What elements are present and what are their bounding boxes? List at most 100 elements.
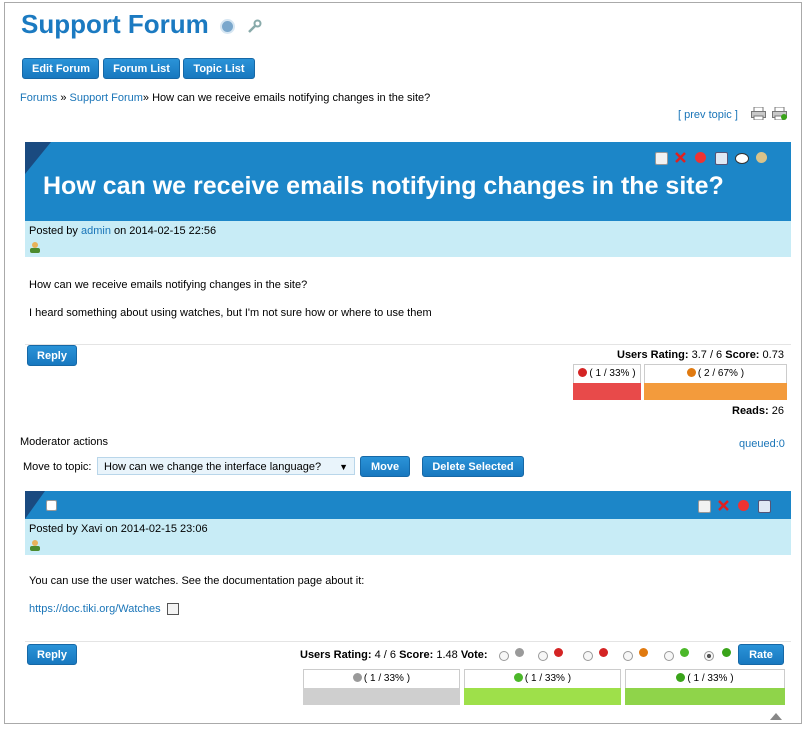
- move-topic-select[interactable]: How can we change the interface language…: [97, 457, 355, 475]
- rating-bar: [303, 688, 460, 705]
- vote-radio[interactable]: [499, 651, 509, 661]
- move-label: Move to topic:: [23, 461, 92, 473]
- breadcrumb-sep: »: [60, 92, 67, 104]
- help-icon[interactable]: [220, 18, 235, 34]
- vote-label: Vote:: [460, 649, 488, 661]
- post2-meta: Posted by Xavi on 2014-02-15 23:06: [25, 519, 791, 555]
- author-link[interactable]: admin: [81, 225, 111, 237]
- smile-face-icon: [513, 673, 523, 682]
- reads-label: Reads:: [732, 405, 769, 417]
- posted-by-label: Posted by: [29, 225, 78, 237]
- post1-title: How can we receive emails notifying chan…: [43, 172, 724, 200]
- rating-box: ( 2 / 67% ): [644, 364, 787, 400]
- users-rating-value: 3.7 / 6: [691, 349, 723, 361]
- external-edit-icon[interactable]: [166, 603, 179, 616]
- reads-count: Reads: 26: [732, 405, 784, 417]
- breadcrumb-forum[interactable]: Support Forum: [70, 92, 143, 104]
- breadcrumb-forums[interactable]: Forums: [20, 92, 57, 104]
- save-icon[interactable]: [758, 500, 771, 513]
- print-all-icon[interactable]: [772, 106, 787, 121]
- vote-radio[interactable]: [623, 651, 633, 661]
- save-icon[interactable]: [715, 152, 728, 165]
- smile-face-icon: [722, 648, 731, 657]
- queued-link[interactable]: queued:0: [739, 438, 785, 450]
- delete-icon[interactable]: [675, 152, 686, 163]
- reply-button[interactable]: Reply: [27, 345, 77, 366]
- sad-face-icon: [554, 648, 563, 657]
- watches-link[interactable]: https://doc.tiki.org/Watches: [29, 603, 161, 615]
- print-icon[interactable]: [751, 106, 766, 121]
- neutral-face-icon: [686, 368, 696, 377]
- lock-icon[interactable]: [695, 152, 706, 163]
- score-value: 1.48: [436, 649, 458, 661]
- post1-body-line1: How can we receive emails notifying chan…: [29, 279, 308, 291]
- rating-box: ( 1 / 33% ): [464, 669, 621, 705]
- rating-bar: [464, 688, 621, 705]
- post1-rating-summary: Users Rating: 3.7 / 6 Score: 0.73: [617, 349, 784, 361]
- forum-title: Support Forum: [21, 9, 209, 39]
- topic-list-button[interactable]: Topic List: [183, 58, 255, 79]
- reply-button[interactable]: Reply: [27, 644, 77, 665]
- rating-count: ( 1 / 33% ): [687, 673, 734, 684]
- wrench-icon[interactable]: [246, 11, 262, 42]
- chevron-down-icon: ▼: [339, 462, 348, 472]
- rating-box: ( 1 / 33% ): [573, 364, 641, 400]
- neutral-face-icon: [352, 673, 362, 682]
- user-icon[interactable]: [29, 539, 41, 551]
- breadcrumb-topic: How can we receive emails notifying chan…: [152, 92, 431, 104]
- rating-bar: [644, 383, 787, 400]
- vote-radio[interactable]: [583, 651, 593, 661]
- header-corner: [25, 491, 45, 519]
- header-corner: [25, 142, 51, 174]
- users-rating-label: Users Rating:: [300, 649, 372, 661]
- rating-bar: [625, 688, 785, 705]
- post1-header: How can we receive emails notifying chan…: [25, 142, 791, 221]
- page-title: Support Forum: [21, 9, 262, 42]
- score-value: 0.73: [762, 349, 784, 361]
- rating-bar: [573, 383, 641, 400]
- vote-radio-selected[interactable]: [704, 651, 714, 661]
- moderator-title: Moderator actions: [20, 436, 109, 448]
- smile-face-icon: [680, 648, 689, 657]
- rating-count: ( 2 / 67% ): [697, 368, 745, 379]
- sad-face-icon: [578, 368, 588, 377]
- edit-icon[interactable]: [655, 152, 668, 165]
- scroll-top-icon[interactable]: [770, 713, 782, 720]
- divider: [25, 344, 791, 345]
- prev-topic-link[interactable]: [ prev topic ]: [678, 109, 738, 121]
- score-label: Score:: [399, 649, 434, 661]
- move-button[interactable]: Move: [360, 456, 410, 477]
- select-post-checkbox[interactable]: [46, 500, 57, 511]
- post1-meta: Posted by admin on 2014-02-15 22:56: [25, 221, 791, 257]
- users-rating-label: Users Rating:: [617, 349, 689, 361]
- rating-count: ( 1 / 33% ): [589, 368, 636, 379]
- watch-icon[interactable]: [756, 152, 767, 163]
- delete-selected-button[interactable]: Delete Selected: [422, 456, 524, 477]
- rating-count: ( 1 / 33% ): [524, 673, 572, 684]
- vote-radio[interactable]: [664, 651, 674, 661]
- forum-list-button[interactable]: Forum List: [103, 58, 180, 79]
- reads-value: 26: [771, 405, 784, 417]
- neutral-face-icon: [515, 648, 524, 657]
- breadcrumb: Forums » Support Forum» How can we recei…: [20, 92, 430, 104]
- rating-box: ( 1 / 33% ): [303, 669, 460, 705]
- delete-icon[interactable]: [718, 500, 729, 511]
- post2-body-line1: You can use the user watches. See the do…: [29, 575, 365, 587]
- post1-byline: Posted by admin on 2014-02-15 22:56: [29, 225, 216, 237]
- forum-page: Support Forum Edit Forum Forum List Topi…: [4, 2, 802, 724]
- neutral-face-icon: [639, 648, 648, 657]
- rate-button[interactable]: Rate: [738, 644, 784, 665]
- edit-forum-button[interactable]: Edit Forum: [22, 58, 99, 79]
- post-date: on 2014-02-15 22:56: [114, 225, 217, 237]
- edit-icon[interactable]: [698, 500, 711, 513]
- post2-link-row: https://doc.tiki.org/Watches: [29, 603, 179, 616]
- user-icon[interactable]: [29, 241, 41, 253]
- rating-box: ( 1 / 33% ): [625, 669, 785, 705]
- breadcrumb-sep: »: [142, 92, 150, 104]
- view-icon[interactable]: [735, 153, 749, 164]
- move-topic-value: How can we change the interface language…: [104, 461, 322, 473]
- smile-face-icon: [676, 673, 686, 682]
- lock-icon[interactable]: [738, 500, 749, 511]
- vote-radio[interactable]: [538, 651, 548, 661]
- post1-body-line2: I heard something about using watches, b…: [29, 307, 432, 319]
